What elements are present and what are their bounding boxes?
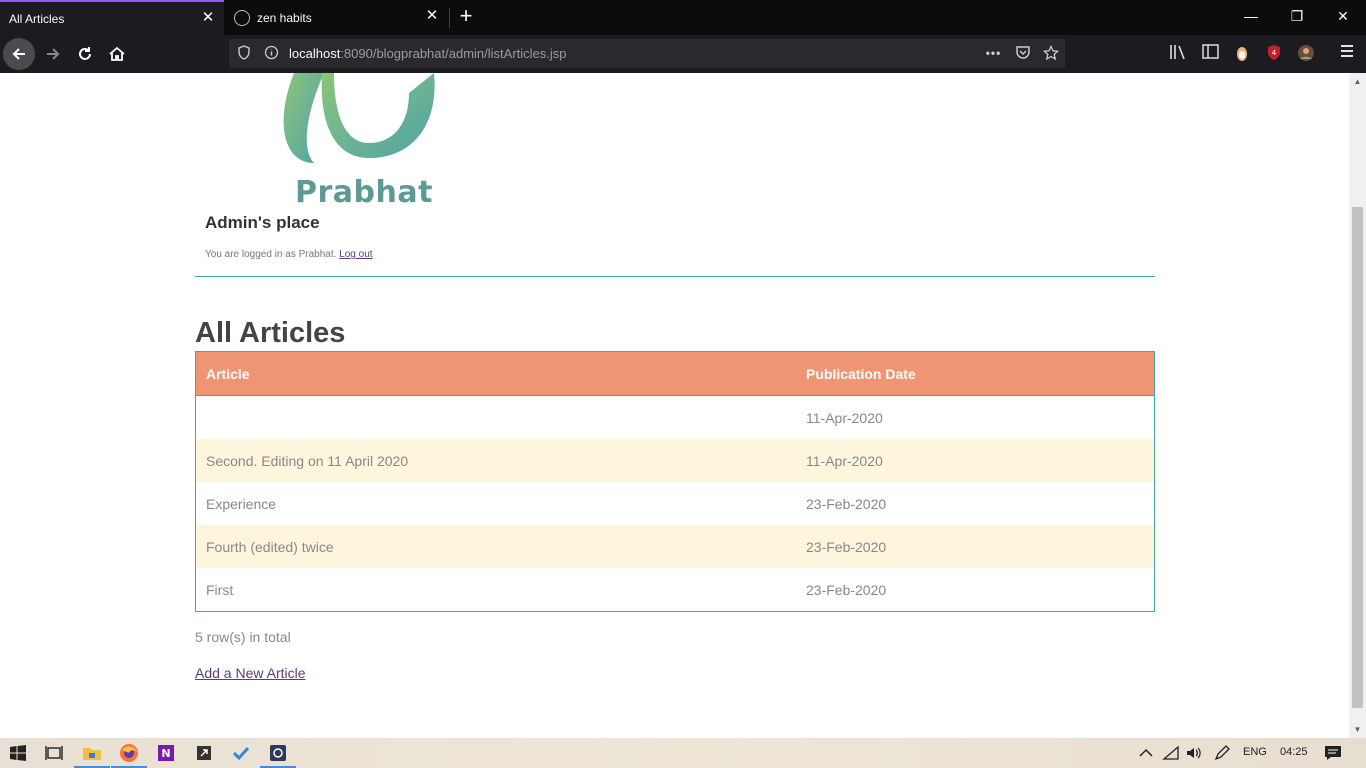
publication-date: 11-Apr-2020 bbox=[806, 452, 883, 469]
close-tab-icon[interactable]: ✕ bbox=[424, 8, 440, 24]
tab-zen-habits[interactable]: zen habits ✕ bbox=[226, 0, 448, 35]
navigation-toolbar: localhost:8090/blogprabhat/admin/listArt… bbox=[0, 35, 1366, 73]
chevron-up-icon[interactable] bbox=[1134, 741, 1158, 765]
table-row[interactable]: Fourth (edited) twice 23-Feb-2020 bbox=[196, 525, 1154, 568]
clock[interactable]: 04:25 bbox=[1280, 746, 1308, 758]
file-explorer-icon[interactable] bbox=[74, 741, 110, 768]
profile-avatar-icon[interactable] bbox=[1296, 44, 1316, 64]
loading-icon bbox=[234, 9, 250, 26]
arrow-left-icon bbox=[12, 48, 25, 60]
extension-icon[interactable] bbox=[1232, 44, 1252, 64]
table-row[interactable]: First 23-Feb-2020 bbox=[196, 568, 1154, 611]
article-title[interactable]: First bbox=[196, 582, 796, 598]
windows-start-icon[interactable] bbox=[6, 741, 30, 765]
column-header-article: Article bbox=[206, 366, 250, 382]
svg-text:4: 4 bbox=[1272, 49, 1277, 57]
home-icon bbox=[109, 46, 125, 61]
table-header: Article Publication Date bbox=[196, 352, 1154, 396]
notifications-icon[interactable] bbox=[1321, 741, 1345, 765]
scroll-down-icon[interactable]: ▼ bbox=[1349, 721, 1366, 738]
back-button[interactable] bbox=[3, 38, 35, 70]
close-window-button[interactable]: ✕ bbox=[1320, 0, 1366, 32]
language-indicator[interactable]: ENG bbox=[1243, 746, 1267, 758]
publication-date: 11-Apr-2020 bbox=[806, 409, 883, 426]
gear-app-icon[interactable] bbox=[260, 741, 296, 768]
login-status-text: You are logged in as Prabhat. bbox=[205, 249, 337, 260]
article-title[interactable]: Experience bbox=[196, 496, 796, 512]
restore-button[interactable]: ❐ bbox=[1274, 0, 1320, 32]
tab-title: zen habits bbox=[257, 10, 312, 25]
tab-divider bbox=[449, 8, 450, 28]
minimize-button[interactable]: — bbox=[1228, 0, 1274, 32]
add-new-article-link[interactable]: Add a New Article bbox=[195, 665, 306, 681]
scroll-up-icon[interactable]: ▲ bbox=[1349, 73, 1366, 90]
url-text[interactable]: localhost:8090/blogprabhat/admin/listArt… bbox=[289, 46, 567, 61]
bookmark-star-icon[interactable] bbox=[1042, 44, 1059, 62]
vertical-scrollbar[interactable]: ▲ ▼ bbox=[1349, 73, 1366, 738]
pen-icon[interactable] bbox=[1210, 741, 1234, 765]
taskbar: N ENG 04:25 bbox=[0, 738, 1366, 768]
pocket-icon[interactable] bbox=[1014, 45, 1031, 62]
home-button[interactable] bbox=[101, 38, 133, 70]
sidebar-icon[interactable] bbox=[1200, 44, 1220, 64]
publication-date: 23-Feb-2020 bbox=[806, 495, 887, 512]
app-icon[interactable] bbox=[192, 741, 216, 765]
tab-bar: All Articles ✕ zen habits ✕ + — ❐ ✕ bbox=[0, 0, 1366, 35]
publication-date: 23-Feb-2020 bbox=[806, 581, 887, 598]
url-bar[interactable]: localhost:8090/blogprabhat/admin/listArt… bbox=[229, 39, 1065, 68]
new-tab-button[interactable]: + bbox=[454, 5, 478, 29]
shield-icon[interactable] bbox=[235, 45, 252, 62]
row-count: 5 row(s) in total bbox=[195, 629, 291, 645]
network-icon[interactable] bbox=[1159, 741, 1183, 765]
article-title[interactable]: Fourth (edited) twice bbox=[196, 539, 796, 555]
admin-title: Admin's place bbox=[205, 213, 320, 232]
onenote-icon[interactable]: N bbox=[154, 741, 178, 765]
info-icon[interactable] bbox=[263, 45, 280, 62]
arrow-right-icon bbox=[47, 48, 60, 60]
table-row[interactable]: 11-Apr-2020 bbox=[196, 396, 1154, 439]
forward-button[interactable] bbox=[37, 38, 69, 70]
scroll-thumb[interactable] bbox=[1352, 207, 1363, 708]
login-info: You are logged in as Prabhat. Log out bbox=[205, 249, 373, 260]
table-row[interactable]: Second. Editing on 11 April 2020 11-Apr-… bbox=[196, 439, 1154, 482]
logo-text: Prabhat bbox=[295, 175, 433, 210]
task-view-icon[interactable] bbox=[42, 741, 66, 765]
url-host: localhost bbox=[289, 46, 341, 61]
reload-icon bbox=[79, 47, 91, 60]
tab-all-articles[interactable]: All Articles ✕ bbox=[0, 0, 224, 35]
firefox-icon[interactable] bbox=[111, 741, 147, 768]
library-icon[interactable] bbox=[1168, 44, 1188, 64]
svg-text:N: N bbox=[161, 747, 170, 760]
page-actions-icon[interactable]: ••• bbox=[985, 45, 1002, 62]
menu-hamburger-icon[interactable] bbox=[1337, 44, 1357, 64]
articles-table: Article Publication Date 11-Apr-2020 Sec… bbox=[195, 351, 1155, 612]
page-viewport: Prabhat Admin's place You are logged in … bbox=[0, 73, 1349, 738]
article-title[interactable]: Second. Editing on 11 April 2020 bbox=[196, 453, 796, 469]
tab-title: All Articles bbox=[9, 11, 65, 26]
close-tab-icon[interactable]: ✕ bbox=[200, 10, 216, 26]
divider bbox=[195, 276, 1155, 277]
volume-icon[interactable] bbox=[1182, 741, 1206, 765]
publication-date: 23-Feb-2020 bbox=[806, 538, 887, 555]
logout-link[interactable]: Log out bbox=[339, 249, 372, 260]
reload-button[interactable] bbox=[69, 38, 101, 70]
todo-checkmark-icon[interactable] bbox=[229, 741, 253, 765]
table-row[interactable]: Experience 23-Feb-2020 bbox=[196, 482, 1154, 525]
url-path: :8090/blogprabhat/admin/listArticles.jsp bbox=[340, 46, 567, 61]
page-title: All Articles bbox=[195, 317, 346, 349]
column-header-publication-date: Publication Date bbox=[806, 366, 916, 382]
ublock-icon[interactable]: 4 bbox=[1264, 44, 1284, 64]
